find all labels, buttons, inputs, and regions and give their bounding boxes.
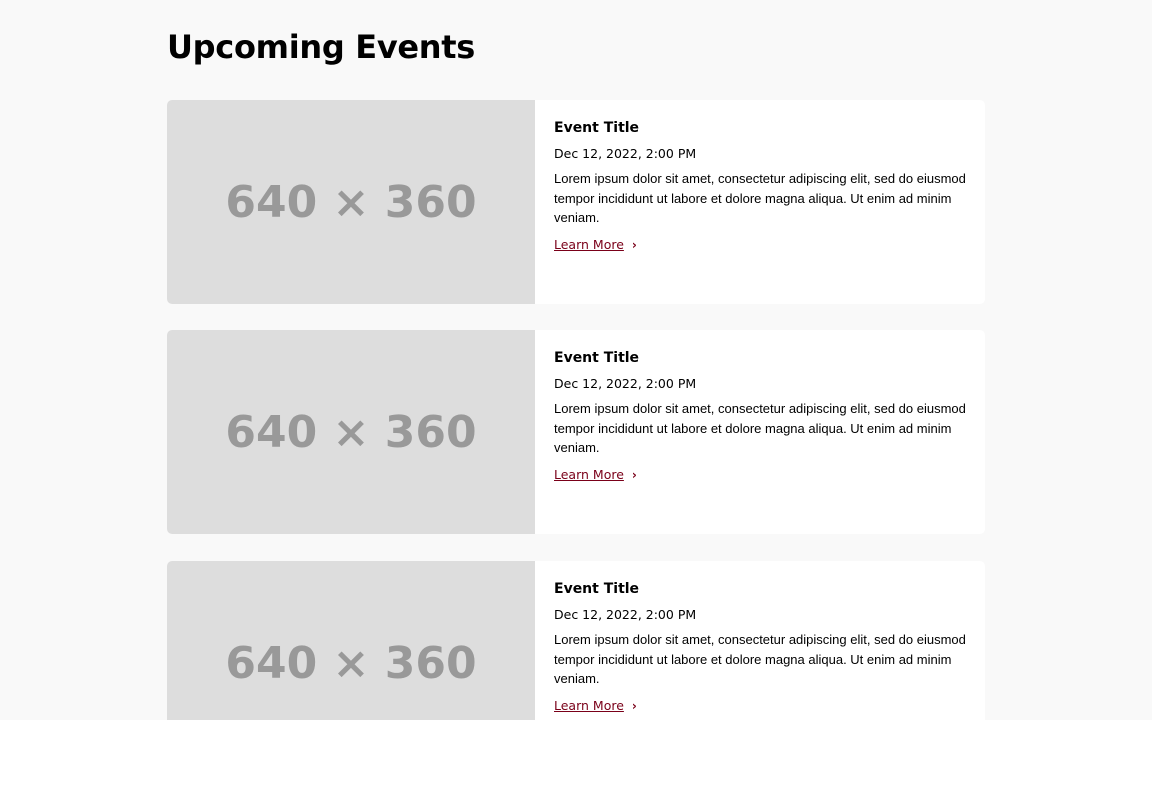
event-title: Event Title [554, 350, 640, 366]
event-card: 640 × 360 Event Title Dec 12, 2022, 2:00… [167, 561, 985, 720]
event-date: Dec 12, 2022, 2:00 PM [554, 607, 697, 622]
learn-more-link[interactable]: Learn More [554, 698, 624, 713]
learn-more-link[interactable]: Learn More [554, 237, 624, 252]
event-description: Lorem ipsum dolor sit amet, consectetur … [554, 401, 966, 455]
chevron-right-icon[interactable]: › [632, 468, 637, 482]
event-image-placeholder: 640 × 360 [167, 100, 535, 304]
event-card: 640 × 360 Event Title Dec 12, 2022, 2:00… [167, 100, 985, 304]
event-title: Event Title [554, 581, 640, 597]
event-description: Lorem ipsum dolor sit amet, consectetur … [554, 171, 966, 225]
event-title: Event Title [554, 120, 640, 136]
event-card: 640 × 360 Event Title Dec 12, 2022, 2:00… [167, 330, 985, 534]
learn-more-link[interactable]: Learn More [554, 467, 624, 482]
chevron-right-icon[interactable]: › [632, 699, 637, 713]
event-image-placeholder: 640 × 360 [167, 561, 535, 720]
events-page: Upcoming Events 640 × 360 Event Title De… [0, 0, 1152, 720]
event-image-placeholder: 640 × 360 [167, 330, 535, 534]
event-description: Lorem ipsum dolor sit amet, consectetur … [554, 632, 966, 686]
event-date: Dec 12, 2022, 2:00 PM [554, 376, 697, 391]
page-title: Upcoming Events [167, 28, 476, 66]
event-date: Dec 12, 2022, 2:00 PM [554, 146, 697, 161]
chevron-right-icon[interactable]: › [632, 238, 637, 252]
